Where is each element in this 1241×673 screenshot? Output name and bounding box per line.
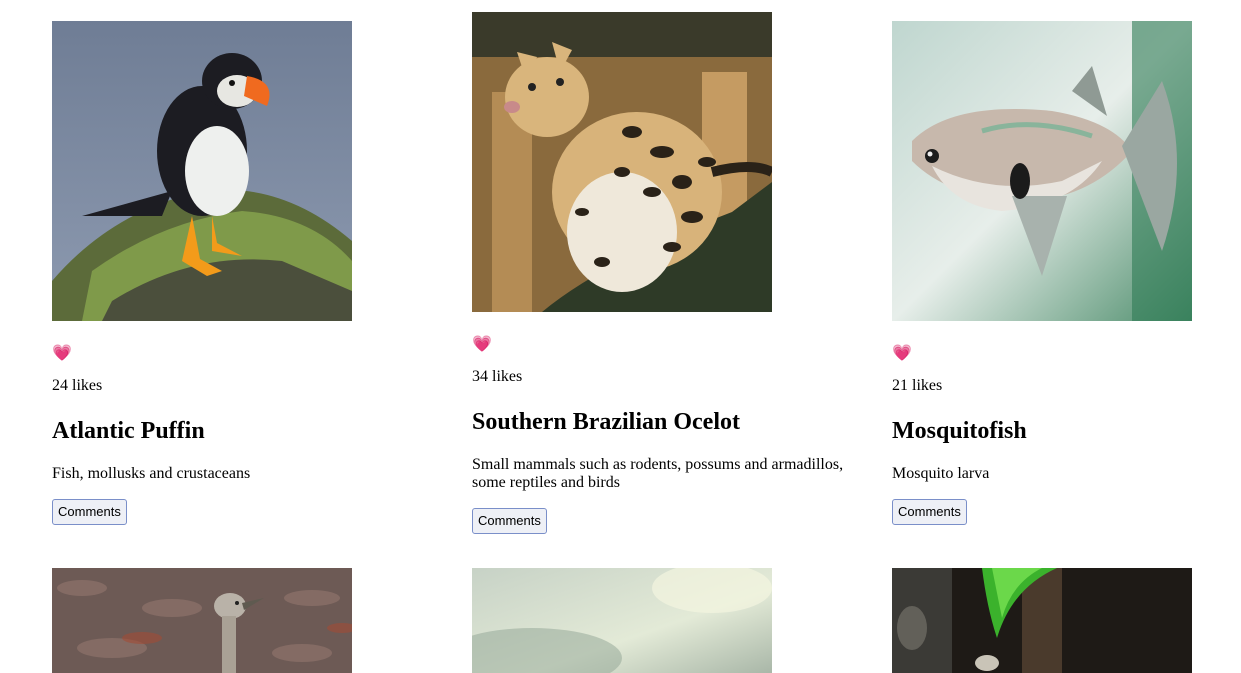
heart-icon[interactable]: 💗 — [472, 334, 492, 353]
animal-card: 💗 21 likes Mosquitofish Mosquito larva C… — [892, 21, 1241, 525]
blurred-foliage-photo — [472, 568, 772, 673]
plant-stream-photo — [892, 568, 1192, 673]
animal-card: 💗 34 likes Southern Brazilian Ocelot Sma… — [472, 12, 852, 534]
animal-diet: Small mammals such as rodents, possums a… — [472, 456, 844, 491]
animal-name: Southern Brazilian Ocelot — [472, 409, 740, 435]
comments-button[interactable]: Comments — [472, 508, 547, 534]
heart-icon[interactable]: 💗 — [52, 343, 72, 362]
heart-icon[interactable]: 💗 — [892, 343, 912, 362]
likes-count: 34 likes — [472, 368, 523, 385]
likes-count: 24 likes — [52, 377, 103, 394]
puffin-photo — [52, 21, 352, 321]
ocelot-photo — [472, 12, 772, 312]
mosquitofish-photo — [892, 21, 1192, 321]
animal-name: Mosquitofish — [892, 418, 1027, 444]
comments-button[interactable]: Comments — [52, 499, 127, 525]
animal-card: 💗 24 likes Atlantic Puffin Fish, mollusk… — [52, 21, 432, 525]
bustard-bird-photo — [52, 568, 352, 673]
animal-name: Atlantic Puffin — [52, 418, 205, 444]
animal-diet: Mosquito larva — [892, 465, 990, 482]
animal-diet: Fish, mollusks and crustaceans — [52, 465, 251, 482]
likes-count: 21 likes — [892, 377, 943, 394]
comments-button[interactable]: Comments — [892, 499, 967, 525]
